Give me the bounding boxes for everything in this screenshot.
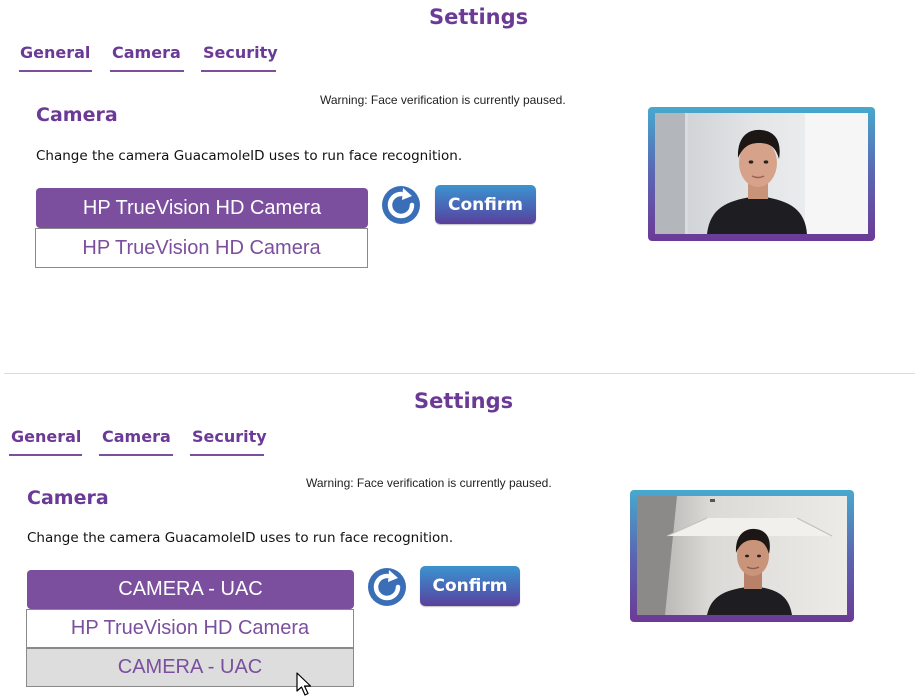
section-description: Change the camera GuacamoleID uses to ru… <box>27 530 454 546</box>
camera-preview <box>648 107 875 241</box>
tab-camera[interactable]: Camera <box>102 427 171 446</box>
tab-general-underline <box>9 454 82 456</box>
confirm-button[interactable]: Confirm <box>420 566 520 606</box>
tab-security-underline <box>201 70 276 72</box>
warning-message: Warning: Face verification is currently … <box>306 476 552 490</box>
dropdown-option[interactable]: HP TrueVision HD Camera <box>35 228 368 268</box>
tab-general[interactable]: General <box>11 427 81 446</box>
section-description: Change the camera GuacamoleID uses to ru… <box>36 148 463 164</box>
settings-panel-top: Settings General Camera Security Warning… <box>0 0 915 372</box>
panel-divider <box>4 373 915 374</box>
webcam-preview <box>637 496 847 615</box>
refresh-icon[interactable] <box>367 567 407 607</box>
page-title: Settings <box>414 389 514 413</box>
warning-message: Warning: Face verification is currently … <box>320 93 566 107</box>
dropdown-option[interactable]: HP TrueVision HD Camera <box>26 609 354 648</box>
tab-security-underline <box>190 454 264 456</box>
section-heading: Camera <box>36 104 118 126</box>
tab-camera[interactable]: Camera <box>112 43 181 62</box>
tab-camera-underline <box>110 70 184 72</box>
camera-select[interactable]: HP TrueVision HD Camera <box>36 188 368 228</box>
tab-security[interactable]: Security <box>203 43 278 62</box>
webcam-preview <box>655 113 868 234</box>
confirm-button[interactable]: Confirm <box>435 185 536 224</box>
camera-select[interactable]: CAMERA - UAC <box>27 570 354 609</box>
mouse-pointer-icon <box>296 672 312 696</box>
settings-panel-bottom: Settings General Camera Security Warning… <box>0 376 915 696</box>
page-title: Settings <box>429 5 529 29</box>
section-heading: Camera <box>27 487 109 509</box>
tab-general-underline <box>19 70 92 72</box>
tab-security[interactable]: Security <box>192 427 267 446</box>
tab-camera-underline <box>99 454 173 456</box>
tab-general[interactable]: General <box>20 43 90 62</box>
camera-preview <box>630 490 854 622</box>
refresh-icon[interactable] <box>381 185 421 225</box>
